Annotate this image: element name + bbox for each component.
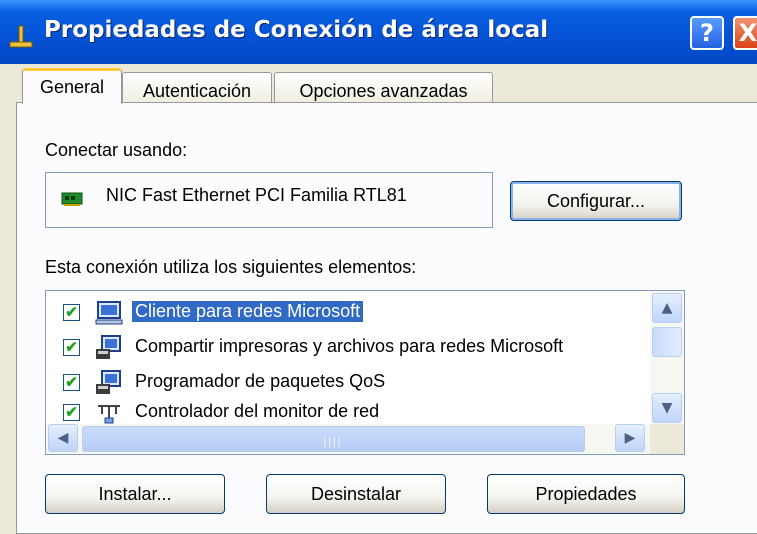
checkbox[interactable]: ✔ (63, 374, 80, 391)
list-item[interactable]: ✔ Controlador del monitor de red (46, 397, 652, 427)
list-item[interactable]: ✔ Cliente para redes Microsoft (46, 297, 652, 327)
protocol-icon (98, 405, 120, 424)
scroll-down-icon[interactable]: ▼ (652, 393, 682, 423)
uninstall-button[interactable]: Desinstalar (266, 474, 446, 514)
list-item-label: Controlador del monitor de red (135, 401, 380, 421)
grip-icon: |||| (323, 435, 342, 448)
help-button[interactable]: ? (690, 16, 724, 50)
network-card-icon (61, 192, 83, 206)
scroll-up-icon[interactable]: ▲ (652, 293, 682, 323)
components-list[interactable]: ✔ Cliente para redes Microsoft ✔ Compart… (45, 290, 685, 455)
vertical-scrollbar[interactable]: ▲ ▼ (650, 291, 684, 425)
properties-button[interactable]: Propiedades (487, 474, 685, 514)
close-button[interactable]: X (733, 16, 757, 50)
checkbox[interactable]: ✔ (63, 404, 80, 421)
checkbox[interactable]: ✔ (63, 339, 80, 356)
scroll-left-icon[interactable]: ◀ (48, 424, 78, 452)
window-title: Propiedades de Conexión de área local (44, 17, 549, 43)
install-button[interactable]: Instalar... (45, 474, 225, 514)
list-item[interactable]: ✔ Programador de paquetes QoS (46, 367, 652, 397)
list-item-label: Cliente para redes Microsoft (132, 301, 364, 322)
list-item[interactable]: ✔ Compartir impresoras y archivos para r… (46, 332, 652, 362)
list-item-label: Compartir impresoras y archivos para red… (135, 336, 564, 356)
components-label: Esta conexión utiliza los siguientes ele… (45, 257, 417, 277)
configure-button[interactable]: Configurar... (510, 181, 682, 221)
list-item-label: Programador de paquetes QoS (135, 371, 386, 391)
title-bar[interactable]: Propiedades de Conexión de área local ? … (0, 0, 757, 64)
connect-using-label: Conectar usando: (45, 140, 188, 160)
checkbox[interactable]: ✔ (63, 304, 80, 321)
scroll-right-icon[interactable]: ▶ (615, 424, 645, 452)
network-client-icon (95, 301, 123, 325)
scroll-corner (650, 424, 684, 454)
adapter-field: NIC Fast Ethernet PCI Familia RTL81 (45, 172, 493, 228)
horizontal-scroll-thumb[interactable]: |||| (82, 426, 585, 452)
network-service-icon (96, 335, 121, 359)
network-connection-icon (9, 25, 33, 48)
horizontal-scrollbar[interactable]: ◀ |||| ▶ (46, 424, 684, 454)
adapter-name: NIC Fast Ethernet PCI Familia RTL81 (106, 185, 407, 205)
network-service-icon (96, 370, 121, 394)
vertical-scroll-thumb[interactable] (652, 327, 682, 357)
tab-general[interactable]: General (22, 68, 122, 104)
